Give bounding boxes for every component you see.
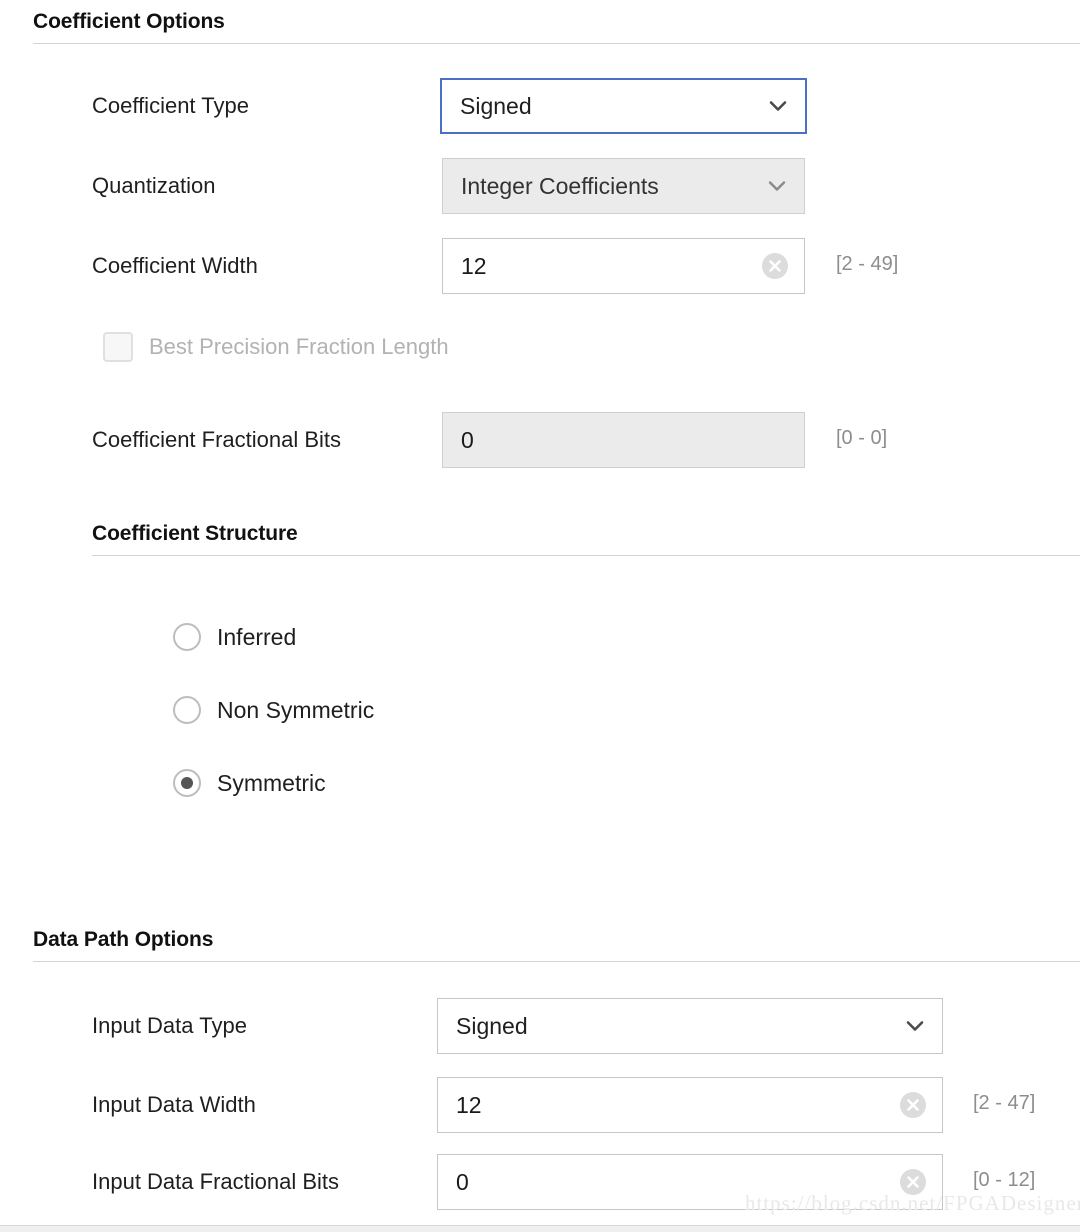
input-data-width-value: 12 [456, 1091, 482, 1118]
coefficient-options-section: Coefficient Options [0, 10, 1080, 44]
input-data-fractional-bits-range: [0 - 12] [973, 1169, 1036, 1191]
radio-label-symmetric: Symmetric [217, 769, 326, 796]
coefficient-structure-section: Coefficient Structure [0, 522, 1080, 556]
section-divider [33, 43, 1080, 44]
coefficient-fractional-bits-range: [0 - 0] [836, 427, 888, 449]
section-divider [33, 961, 1080, 962]
coefficient-width-input[interactable]: 12 [442, 238, 805, 294]
row-input-data-fractional-bits: Input Data Fractional Bits [92, 1154, 437, 1210]
best-precision-fraction-length-label: Best Precision Fraction Length [149, 334, 449, 359]
coefficient-width-value: 12 [461, 252, 487, 279]
chevron-down-icon[interactable] [767, 95, 789, 117]
input-data-width-input[interactable]: 12 [437, 1077, 943, 1133]
radio-unchecked-icon[interactable] [173, 696, 201, 724]
radio-checked-icon[interactable] [173, 769, 201, 797]
data-path-options-title: Data Path Options [33, 928, 214, 951]
coefficient-width-range: [2 - 49] [836, 253, 899, 275]
input-data-type-label: Input Data Type [92, 1013, 247, 1038]
row-coefficient-width: Coefficient Width [92, 238, 440, 294]
coefficient-type-value: Signed [460, 92, 532, 119]
radio-option-non-symmetric[interactable]: Non Symmetric [173, 696, 374, 724]
radio-option-inferred[interactable]: Inferred [173, 623, 296, 651]
chevron-down-icon[interactable] [904, 1015, 926, 1037]
chevron-down-icon [766, 175, 788, 197]
radio-unchecked-icon[interactable] [173, 623, 201, 651]
row-coefficient-type: Coefficient Type [92, 78, 440, 134]
coefficient-type-label: Coefficient Type [92, 93, 249, 118]
coefficient-fractional-bits-input[interactable]: 0 [442, 412, 805, 468]
input-data-type-dropdown[interactable]: Signed [437, 998, 943, 1054]
radio-label-inferred: Inferred [217, 623, 297, 650]
input-data-width-label: Input Data Width [92, 1092, 256, 1117]
clear-circle-icon[interactable] [762, 253, 788, 279]
radio-option-symmetric[interactable]: Symmetric [173, 769, 326, 797]
row-coefficient-fractional-bits: Coefficient Fractional Bits [92, 412, 440, 468]
section-divider [92, 555, 1080, 556]
row-quantization: Quantization [92, 158, 440, 214]
coefficient-structure-title: Coefficient Structure [92, 522, 298, 545]
watermark-text: https://blog.csdn.net/FPGADesigner [745, 1191, 1080, 1215]
best-precision-fraction-length-checkbox-row[interactable]: Best Precision Fraction Length [103, 332, 449, 362]
data-path-options-section: Data Path Options [0, 928, 1080, 962]
input-data-type-value: Signed [456, 1012, 528, 1039]
radio-label-non-symmetric: Non Symmetric [217, 696, 375, 723]
quantization-dropdown[interactable]: Integer Coefficients [442, 158, 805, 214]
input-data-width-range: [2 - 47] [973, 1092, 1036, 1114]
input-data-fractional-bits-label: Input Data Fractional Bits [92, 1169, 340, 1194]
quantization-label: Quantization [92, 173, 216, 198]
coefficient-options-title: Coefficient Options [33, 10, 225, 33]
coefficient-fractional-bits-label: Coefficient Fractional Bits [92, 427, 342, 452]
coefficient-fractional-bits-value: 0 [461, 426, 474, 453]
quantization-value: Integer Coefficients [461, 172, 659, 199]
clear-circle-icon[interactable] [900, 1092, 926, 1118]
input-data-fractional-bits-value: 0 [456, 1168, 469, 1195]
row-input-data-type: Input Data Type [92, 998, 437, 1054]
row-input-data-width: Input Data Width [92, 1077, 437, 1133]
coefficient-width-label: Coefficient Width [92, 253, 258, 278]
coefficient-type-dropdown[interactable]: Signed [440, 78, 807, 134]
checkbox-unchecked-icon[interactable] [103, 332, 133, 362]
bottom-divider [0, 1225, 1080, 1232]
